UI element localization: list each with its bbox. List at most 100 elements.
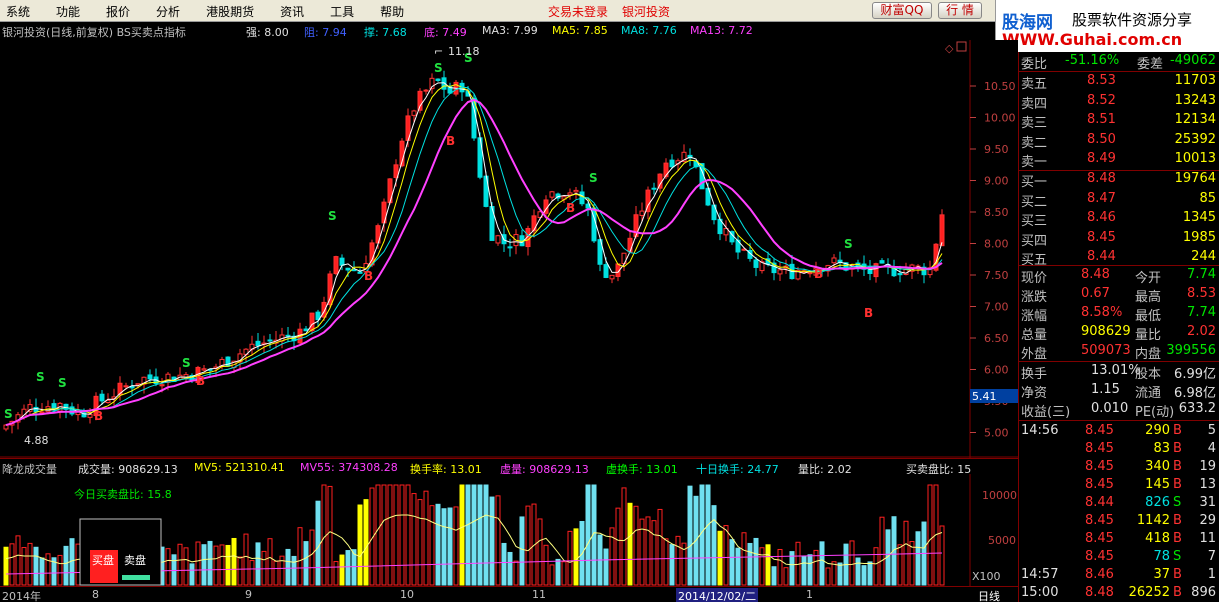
stat-row: 涨幅 8.58% 最低 7.74 xyxy=(1019,304,1219,324)
weibi-value: -51.16% xyxy=(1065,53,1120,68)
ma8-value: MA8: 7.76 xyxy=(621,24,677,37)
candle-body xyxy=(159,384,165,387)
stat-label: 现价 xyxy=(1021,271,1048,286)
bid-row: 买一 8.48 19764 xyxy=(1019,170,1219,190)
tick-volume: 340 xyxy=(1145,459,1170,474)
chart-title: 银河投资(日线,前复权) BS买卖点指标 xyxy=(2,26,186,39)
broker-name[interactable]: 银河投资 xyxy=(622,3,670,20)
ma3-value: MA3: 7.99 xyxy=(482,24,538,37)
bid-price: 8.47 xyxy=(1087,190,1116,206)
tick-count: 19 xyxy=(1199,459,1216,474)
volume-bar xyxy=(741,532,747,586)
kline-chart[interactable]: 10.50 10.00 9.50 9.00 8.50 8.00 7.50 7.00 6.50 6.… xyxy=(0,40,1018,458)
menu-item-function[interactable]: 功能 xyxy=(50,3,80,20)
volume-bar xyxy=(849,540,855,586)
ask-price: 8.52 xyxy=(1087,92,1116,108)
candle-body xyxy=(669,159,675,168)
volume-bar xyxy=(753,537,759,586)
tick-volume: 83 xyxy=(1153,441,1170,456)
ask-row: 卖四 8.52 13243 xyxy=(1019,92,1219,112)
y-tick-label: 6.50 xyxy=(984,332,1009,345)
weicha-value: -49062 xyxy=(1169,53,1216,68)
stat2-row: 净资 1.15 流通 6.98亿 xyxy=(1019,381,1219,401)
candle-body xyxy=(147,374,153,380)
volume-bar xyxy=(825,567,831,586)
menu-item-hk-futures[interactable]: 港股期货 xyxy=(200,3,254,20)
volume-bar xyxy=(705,484,711,586)
candle-body xyxy=(309,312,315,332)
menu-item-help[interactable]: 帮助 xyxy=(374,3,404,20)
candle-body xyxy=(609,274,615,280)
volume-bar xyxy=(819,541,825,586)
menu-item-news[interactable]: 资讯 xyxy=(274,3,304,20)
zu-value: 阻: 7.94 xyxy=(304,26,347,39)
trade-login-status[interactable]: 交易未登录 xyxy=(548,3,608,20)
ask-volume: 25392 xyxy=(1174,131,1216,147)
volume-bar xyxy=(801,555,807,586)
stat-value: 0.67 xyxy=(1081,286,1110,301)
volume-bar xyxy=(513,560,519,586)
volume-bar xyxy=(729,539,735,586)
buy-signal: B xyxy=(94,409,103,423)
x-label-nov: 11 xyxy=(532,588,546,601)
candle-body xyxy=(285,334,291,337)
candle-body xyxy=(99,393,105,402)
volume-bar xyxy=(267,538,273,586)
volume-bar xyxy=(723,525,729,586)
volume-bar xyxy=(387,484,393,586)
di-value: 底: 7.49 xyxy=(424,26,467,39)
tick-count: 11 xyxy=(1199,531,1216,546)
period-label[interactable]: 日线 xyxy=(978,588,1000,602)
tick-price: 8.45 xyxy=(1085,549,1114,564)
logo-text-2: WWW.Guhai.com.cn xyxy=(1002,30,1183,49)
buy-signal: B xyxy=(364,269,373,283)
y-tick-label: 7.00 xyxy=(984,301,1009,314)
volume-bar xyxy=(39,557,45,586)
volume-bar xyxy=(501,542,507,586)
volume-bar xyxy=(393,484,399,586)
volume-bar xyxy=(837,562,843,586)
candle-body xyxy=(639,210,645,216)
market-button[interactable]: 行 情 xyxy=(938,2,982,19)
volume-bar xyxy=(861,565,867,586)
bid-volume: 244 xyxy=(1191,249,1216,264)
y-tick-label: 7.50 xyxy=(984,269,1009,282)
ask-row: 卖三 8.51 12134 xyxy=(1019,111,1219,131)
ma13-value: MA13: 7.72 xyxy=(690,24,753,37)
weibi-row: 委比 -51.16% 委差 -49062 xyxy=(1019,52,1219,72)
bid-price: 8.48 xyxy=(1087,171,1116,186)
menu-item-tools[interactable]: 工具 xyxy=(324,3,354,20)
diamond-icon[interactable]: ◇ xyxy=(945,42,954,55)
sell-signal: S xyxy=(844,237,853,251)
volume-bar xyxy=(525,505,531,586)
volume-bar xyxy=(507,551,513,586)
candle-body xyxy=(123,385,129,388)
stat2-value: 13.01% xyxy=(1091,363,1141,378)
tick-volume: 145 xyxy=(1145,477,1170,492)
sell-signal: S xyxy=(182,356,191,370)
volume-bar xyxy=(537,518,543,586)
stat-row: 外盘 509073 内盘 399556 xyxy=(1019,342,1219,362)
volume-bar xyxy=(291,555,297,586)
stat2-value: 1.15 xyxy=(1091,382,1120,397)
weicha-label: 委差 xyxy=(1137,57,1164,72)
menu-item-analysis[interactable]: 分析 xyxy=(150,3,180,20)
volume-bar xyxy=(201,544,207,586)
candle-body xyxy=(357,271,363,274)
volume-bar xyxy=(297,527,303,586)
menu-item-quote[interactable]: 报价 xyxy=(100,3,130,20)
candle-body xyxy=(897,273,903,276)
tick-row: 8.44 826 S 31 xyxy=(1019,494,1219,513)
volume-bar xyxy=(327,485,333,586)
volume-bar xyxy=(627,502,633,586)
volume-bar xyxy=(465,484,471,586)
caifu-qq-button[interactable]: 财富QQ xyxy=(872,2,932,19)
bid-volume: 85 xyxy=(1199,190,1216,206)
volume-bar xyxy=(219,544,225,586)
volume-bar xyxy=(177,543,183,586)
volume-bar xyxy=(807,554,813,586)
tick-volume: 290 xyxy=(1145,423,1170,438)
volume-chart[interactable]: 今日买卖盘比: 15.8 买盘 卖盘 10000 5000 X100 xyxy=(0,474,1018,586)
menu-item-system[interactable]: 系统 xyxy=(0,3,30,20)
volume-bar xyxy=(3,546,9,586)
